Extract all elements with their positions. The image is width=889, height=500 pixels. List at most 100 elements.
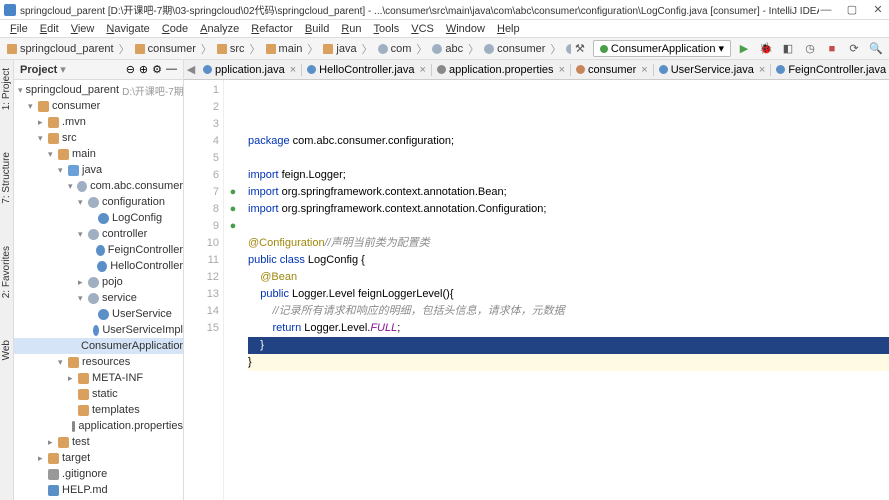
code-line-13[interactable]: }	[248, 337, 889, 354]
tree-node-configuration[interactable]: ▾configuration	[14, 194, 183, 210]
tab-close-icon[interactable]: ×	[420, 64, 426, 76]
tree-arrow-icon[interactable]: ▾	[48, 149, 58, 160]
tree-node-application-properties[interactable]: application.properties	[14, 418, 183, 434]
tree-arrow-icon[interactable]: ▾	[28, 101, 38, 112]
editor-body[interactable]: 123456789101112131415 ●●● package com.ab…	[184, 80, 889, 500]
run-gutter-icon[interactable]: ●	[226, 184, 240, 198]
tree-node-consumerapplication[interactable]: ConsumerApplication	[14, 338, 183, 354]
tree-arrow-icon[interactable]: ▸	[68, 373, 78, 384]
tree-node-java[interactable]: ▾java	[14, 162, 183, 178]
run-config-select[interactable]: ConsumerApplication ▾	[593, 40, 731, 57]
expand-button[interactable]: ⊕	[139, 63, 148, 76]
breadcrumb-abc[interactable]: abc	[429, 43, 466, 55]
tree-node-templates[interactable]: templates	[14, 402, 183, 418]
code-line-1[interactable]: package com.abc.consumer.configuration;	[248, 133, 889, 150]
tree-node-com-abc-consumer[interactable]: ▾com.abc.consumer	[14, 178, 183, 194]
menu-tools[interactable]: Tools	[368, 23, 406, 35]
menu-analyze[interactable]: Analyze	[194, 23, 245, 35]
breadcrumb-src[interactable]: src	[214, 43, 248, 55]
settings-icon[interactable]: ⚙	[152, 63, 162, 76]
tab-pplication-java[interactable]: pplication.java×	[198, 64, 302, 76]
run-button[interactable]: ▶	[735, 40, 753, 58]
tab-consumer[interactable]: consumer×	[571, 64, 654, 76]
tabs-scroll-left[interactable]: ◀	[184, 63, 198, 76]
build-button[interactable]: ⚒	[571, 40, 589, 58]
tree-node-src[interactable]: ▾src	[14, 130, 183, 146]
tree-arrow-icon[interactable]: ▾	[68, 181, 77, 192]
tab-application-properties[interactable]: application.properties×	[432, 64, 571, 76]
menu-run[interactable]: Run	[335, 23, 367, 35]
tab-close-icon[interactable]: ×	[641, 64, 647, 76]
tree-node-resources[interactable]: ▾resources	[14, 354, 183, 370]
tree-node-feigncontroller[interactable]: FeignController	[14, 242, 183, 258]
code-line-6[interactable]	[248, 218, 889, 235]
tree-node-help-md[interactable]: HELP.md	[14, 482, 183, 498]
breadcrumb-consumer[interactable]: consumer	[132, 43, 199, 55]
tree-node-static[interactable]: static	[14, 386, 183, 402]
vcs-button[interactable]: ⟳	[845, 40, 863, 58]
menu-navigate[interactable]: Navigate	[100, 23, 155, 35]
code-area[interactable]: package com.abc.consumer.configuration; …	[242, 80, 889, 500]
search-button[interactable]: 🔍	[867, 40, 885, 58]
tree-node-hellocontroller[interactable]: HelloController	[14, 258, 183, 274]
chevron-down-icon[interactable]: ▾	[60, 63, 66, 76]
tab-hellocontroller-java[interactable]: HelloController.java×	[302, 64, 432, 76]
minimize-button[interactable]: —	[819, 3, 833, 17]
run-gutter-icon[interactable]: ●	[226, 201, 240, 215]
menu-build[interactable]: Build	[299, 23, 335, 35]
tree-node-userserviceimpl[interactable]: UserServiceImpl	[14, 322, 183, 338]
tool-tab-web[interactable]: Web	[0, 334, 13, 366]
tree-node-service[interactable]: ▾service	[14, 290, 183, 306]
hide-button[interactable]: —	[166, 63, 177, 76]
breadcrumb-consumer[interactable]: consumer	[481, 43, 548, 55]
menu-file[interactable]: File	[4, 23, 34, 35]
menu-code[interactable]: Code	[156, 23, 194, 35]
code-line-2[interactable]	[248, 150, 889, 167]
breadcrumb-java[interactable]: java	[320, 43, 359, 55]
tree-node-userservice[interactable]: UserService	[14, 306, 183, 322]
tool-tab-favorites[interactable]: 2: Favorites	[0, 240, 13, 304]
menu-help[interactable]: Help	[491, 23, 526, 35]
breadcrumb-springcloud_parent[interactable]: springcloud_parent	[4, 43, 117, 55]
stop-button[interactable]: ■	[823, 40, 841, 58]
tree-node--mvn[interactable]: ▸.mvn	[14, 114, 183, 130]
tree-node-test[interactable]: ▸test	[14, 434, 183, 450]
breadcrumb-configuration[interactable]: configuration	[563, 43, 571, 55]
tree-node--gitignore[interactable]: .gitignore	[14, 466, 183, 482]
run-gutter-icon[interactable]: ●	[226, 218, 240, 232]
tree-node-meta-inf[interactable]: ▸META-INF	[14, 370, 183, 386]
tree-arrow-icon[interactable]: ▸	[78, 277, 88, 288]
coverage-button[interactable]: ◧	[779, 40, 797, 58]
code-line-10[interactable]: public Logger.Level feignLoggerLevel(){	[248, 286, 889, 303]
menu-edit[interactable]: Edit	[34, 23, 65, 35]
tab-userservice-java[interactable]: UserService.java×	[654, 64, 772, 76]
tab-close-icon[interactable]: ×	[759, 64, 765, 76]
code-line-11[interactable]: //记录所有请求和响应的明细，包括头信息，请求体，元数据	[248, 303, 889, 320]
tool-tab-structure[interactable]: 7: Structure	[0, 146, 13, 210]
tree-arrow-icon[interactable]: ▾	[18, 85, 23, 96]
tree-arrow-icon[interactable]: ▸	[38, 453, 48, 464]
tree-node-consumer[interactable]: ▾consumer	[14, 98, 183, 114]
tree-arrow-icon[interactable]: ▸	[48, 437, 58, 448]
code-line-7[interactable]: @Configuration//声明当前类为配置类	[248, 235, 889, 252]
code-line-9[interactable]: @Bean	[248, 269, 889, 286]
project-tree[interactable]: ▾springcloud_parentD:\开课吧-7期\03-spring..…	[14, 80, 183, 500]
breadcrumb-main[interactable]: main	[263, 43, 306, 55]
tree-arrow-icon[interactable]: ▸	[38, 117, 48, 128]
tree-node-pojo[interactable]: ▸pojo	[14, 274, 183, 290]
tree-node-springcloud-parent[interactable]: ▾springcloud_parentD:\开课吧-7期\03-spring..…	[14, 82, 183, 98]
code-line-3[interactable]: import feign.Logger;	[248, 167, 889, 184]
tree-node-main[interactable]: ▾main	[14, 146, 183, 162]
maximize-button[interactable]: ▢	[845, 3, 859, 17]
menu-window[interactable]: Window	[440, 23, 491, 35]
tree-arrow-icon[interactable]: ▾	[78, 229, 88, 240]
tree-node-controller[interactable]: ▾controller	[14, 226, 183, 242]
tree-node-logconfig[interactable]: LogConfig	[14, 210, 183, 226]
close-button[interactable]: ✕	[871, 3, 885, 17]
tab-feigncontroller-java[interactable]: FeignController.java×	[771, 64, 889, 76]
tree-arrow-icon[interactable]: ▾	[78, 293, 88, 304]
code-line-12[interactable]: return Logger.Level.FULL;	[248, 320, 889, 337]
tree-arrow-icon[interactable]: ▾	[78, 197, 88, 208]
code-line-8[interactable]: public class LogConfig {	[248, 252, 889, 269]
menu-vcs[interactable]: VCS	[405, 23, 440, 35]
